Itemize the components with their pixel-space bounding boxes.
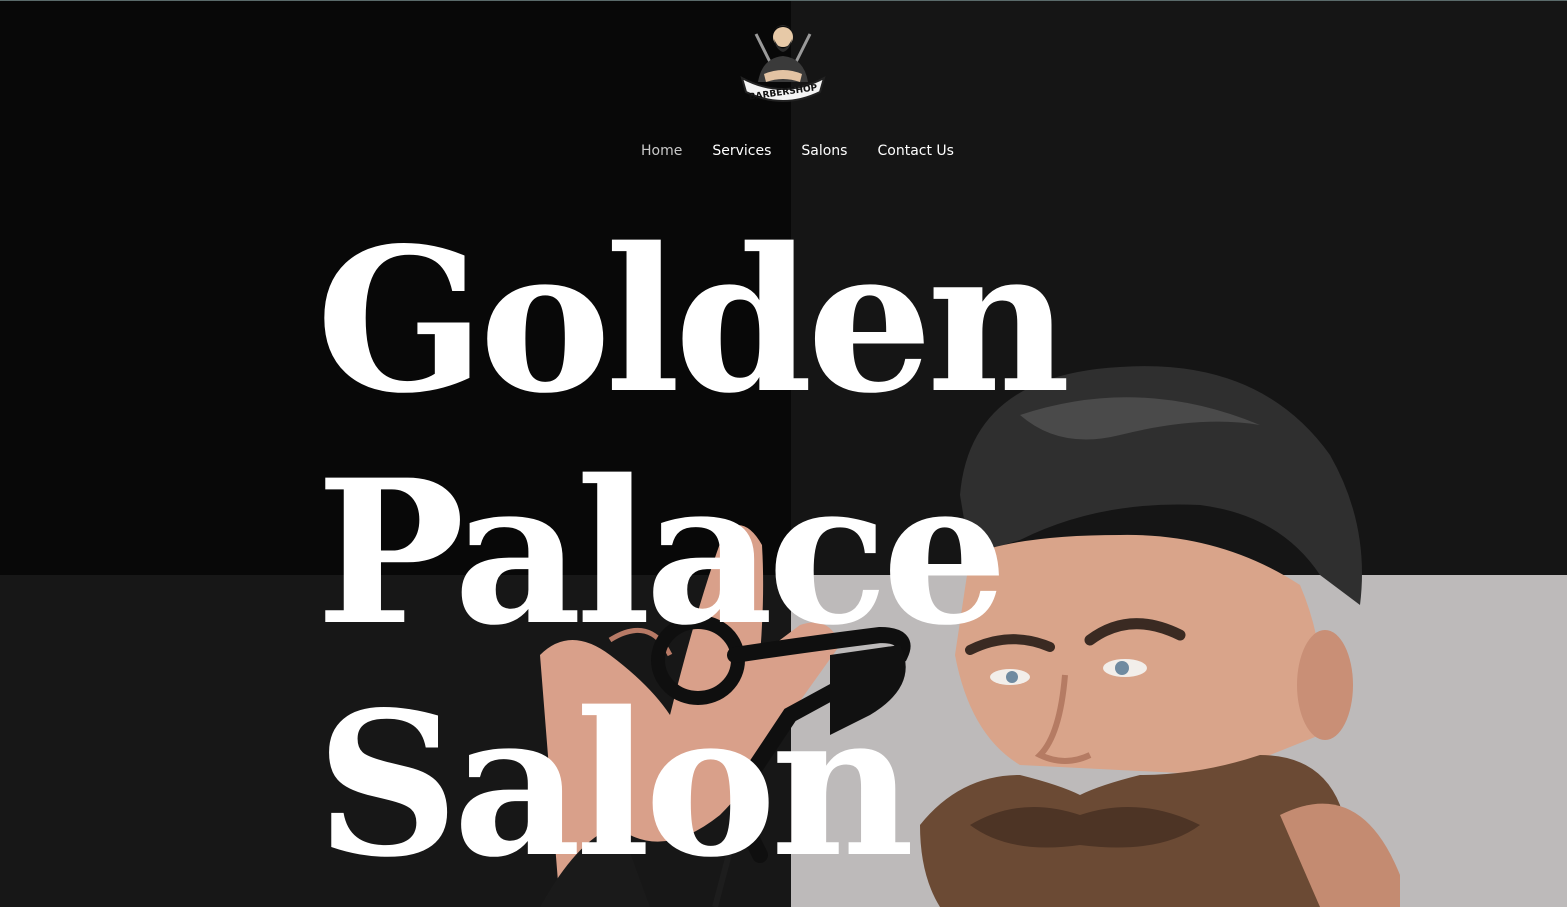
top-divider xyxy=(0,0,1567,1)
barber-logo-icon[interactable]: BARBERSHOP xyxy=(734,12,832,108)
nav-contact-us[interactable]: Contact Us xyxy=(876,143,954,159)
nav-home[interactable]: Home xyxy=(640,143,683,159)
main-navigation: Home Services Salons Contact Us xyxy=(640,140,955,162)
hero-line-3: Salon xyxy=(316,668,915,901)
nav-salons[interactable]: Salons xyxy=(800,143,848,159)
nav-services[interactable]: Services xyxy=(711,143,772,159)
hero-line-1: Golden xyxy=(316,204,1071,437)
hero-title: Golden Palace Salon xyxy=(316,204,1071,901)
hero-line-2: Palace xyxy=(316,436,1008,669)
